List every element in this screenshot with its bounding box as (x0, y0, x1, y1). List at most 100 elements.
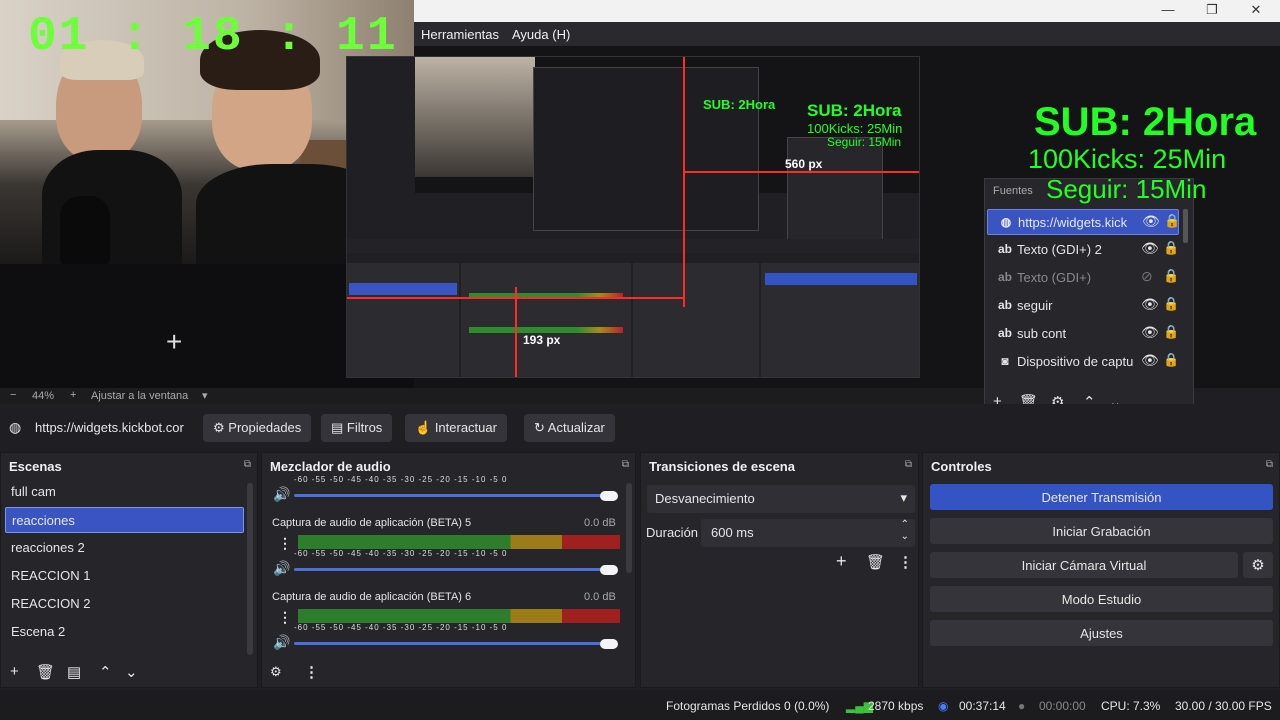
zoom-out-icon[interactable]: − (10, 389, 16, 401)
chevron-down-icon[interactable]: ⌄ (901, 531, 909, 542)
text-icon: ab (997, 326, 1012, 340)
source-item-browser[interactable]: ◍ https://widgets.kick 👁 🔒 (987, 209, 1180, 235)
eye-icon[interactable]: 👁 (1141, 296, 1159, 313)
guide-line-vertical-2 (515, 287, 517, 377)
eye-icon[interactable]: 👁 (1141, 240, 1159, 257)
scene-item-reaccion-1[interactable]: REACCION 1 (5, 563, 244, 589)
nested-overlay-follow: Seguir: 15Min (827, 135, 902, 149)
duration-label: Duración (646, 525, 699, 540)
add-icon[interactable]: + (10, 663, 19, 680)
trash-icon[interactable]: 🗑 (36, 663, 55, 681)
chevron-down-icon[interactable]: ⌄ (125, 663, 138, 681)
properties-button[interactable]: ⚙ Propiedades (203, 414, 312, 442)
eye-icon[interactable]: 👁 (1141, 352, 1159, 369)
lock-icon[interactable]: 🔒 (1164, 213, 1180, 229)
interact-button[interactable]: ☝ Interactuar (405, 414, 507, 442)
duration-spinbox[interactable]: 600 ms ⌃ ⌄ (701, 519, 915, 547)
hand-icon: ☝ (415, 420, 435, 435)
eye-icon[interactable]: 👁 (1141, 324, 1159, 341)
undock-icon[interactable]: ⧉ (905, 459, 912, 470)
scene-item-full-cam[interactable]: full cam (5, 479, 244, 505)
filter-icon[interactable]: ▤ (67, 663, 81, 681)
stop-stream-button[interactable]: Detener Transmisión (930, 484, 1273, 510)
channel-name: Captura de audio de aplicación (BETA) 6 (272, 591, 472, 603)
scene-item-reaccion-2[interactable]: REACCION 2 (5, 591, 244, 617)
volume-handle[interactable] (600, 565, 618, 575)
virtual-camera-button[interactable]: Iniciar Cámara Virtual (930, 552, 1238, 578)
caret-down-icon: ▾ (900, 490, 907, 505)
zoom-fit-option[interactable]: Ajustar a la ventana (91, 390, 188, 402)
more-options-icon[interactable]: ⋮ (278, 535, 292, 552)
source-item-text-1[interactable]: ab Texto (GDI+) ⊘ 🔒 (987, 265, 1179, 291)
speaker-icon[interactable]: 🔊 (273, 486, 290, 503)
channel-db: 0.0 dB (584, 591, 616, 603)
volume-slider[interactable] (294, 568, 610, 571)
volume-slider[interactable] (294, 642, 610, 645)
chevron-up-icon[interactable]: ⌃ (901, 519, 909, 530)
undock-icon[interactable]: ⧉ (1266, 459, 1273, 470)
eye-hidden-icon[interactable]: ⊘ (1141, 268, 1153, 285)
lock-icon[interactable]: 🔒 (1163, 352, 1179, 368)
filters-button[interactable]: ▤ Filtros (321, 414, 393, 442)
caret-down-icon[interactable]: ▾ (202, 389, 208, 402)
mixer-settings-icon[interactable]: ⚙ (270, 664, 282, 680)
menu-tools[interactable]: Herramientas (421, 27, 499, 42)
channel-db: 0.0 dB (584, 517, 616, 529)
scene-item-reacciones-2[interactable]: reacciones 2 (5, 535, 244, 561)
settings-button[interactable]: Ajustes (930, 620, 1273, 646)
source-item-seguir[interactable]: ab seguir 👁 🔒 (987, 293, 1179, 319)
interact-label: Interactuar (434, 420, 497, 435)
refresh-button[interactable]: ↻ Actualizar (524, 414, 615, 442)
lock-icon[interactable]: 🔒 (1163, 324, 1179, 340)
close-button[interactable]: ✕ (1236, 2, 1276, 18)
undock-icon[interactable]: ⧉ (622, 459, 629, 470)
volume-slider[interactable] (294, 494, 610, 497)
minimize-button[interactable]: — (1148, 2, 1188, 17)
virtual-camera-settings-icon[interactable]: ⚙ (1243, 552, 1273, 578)
sources-scrollbar[interactable] (1183, 209, 1188, 243)
audio-meter (298, 535, 620, 549)
more-options-icon[interactable]: ⋮ (278, 609, 292, 626)
source-item-sub-cont[interactable]: ab sub cont 👁 🔒 (987, 321, 1179, 347)
transition-type-select[interactable]: Desvanecimiento ▾ (647, 485, 915, 513)
menu-bar: Herramientas Ayuda (H) (414, 22, 1280, 46)
studio-mode-button[interactable]: Modo Estudio (930, 586, 1273, 612)
text-icon: ab (997, 270, 1012, 284)
filter-icon: ▤ (331, 420, 347, 435)
speaker-icon[interactable]: 🔊 (273, 560, 290, 577)
add-icon[interactable]: + (836, 551, 847, 572)
source-item-text-2[interactable]: ab Texto (GDI+) 2 👁 🔒 (987, 237, 1179, 263)
more-options-icon[interactable]: ⋮ (304, 663, 319, 681)
more-options-icon[interactable]: ⋮ (898, 553, 913, 571)
source-label: seguir (1017, 298, 1053, 313)
undock-icon[interactable]: ⧉ (244, 459, 251, 470)
chevron-up-icon[interactable]: ⌃ (99, 663, 112, 681)
mixer-scrollbar[interactable] (626, 483, 632, 573)
scene-item-reacciones[interactable]: reacciones (5, 507, 244, 533)
zoom-in-icon[interactable]: + (70, 389, 76, 401)
lock-icon[interactable]: 🔒 (1163, 296, 1179, 312)
globe-icon: ◍ (1000, 215, 1012, 229)
menu-help[interactable]: Ayuda (H) (512, 27, 570, 42)
maximize-button[interactable]: ❐ (1192, 2, 1232, 18)
refresh-label: Actualizar (547, 420, 605, 435)
eye-icon[interactable]: 👁 (1142, 213, 1160, 230)
trash-icon[interactable]: 🗑 (866, 553, 885, 571)
speaker-icon[interactable]: 🔊 (273, 634, 290, 651)
volume-handle[interactable] (600, 491, 618, 501)
source-item-capture-device[interactable]: ◙ Dispositivo de captu 👁 🔒 (987, 349, 1179, 375)
scenes-scrollbar[interactable] (247, 483, 253, 655)
guide-label-560: 560 px (785, 157, 823, 171)
volume-handle[interactable] (600, 639, 618, 649)
stream-timer-overlay: 01 : 18 : 11 (28, 10, 398, 64)
nested-toolbar (347, 239, 919, 253)
scene-item-escena-2[interactable]: Escena 2 (5, 619, 244, 645)
start-recording-button[interactable]: Iniciar Grabación (930, 518, 1273, 544)
stream-time: 00:37:14 (959, 699, 1006, 713)
overlay-follow-text: Seguir: 15Min (1046, 174, 1207, 204)
nested-mixer-dock (461, 263, 631, 377)
dropped-frames: Fotogramas Perdidos 0 (0.0%) (666, 699, 830, 713)
lock-icon[interactable]: 🔒 (1163, 240, 1179, 256)
source-label: Dispositivo de captu (1017, 354, 1133, 369)
lock-icon[interactable]: 🔒 (1163, 268, 1179, 284)
